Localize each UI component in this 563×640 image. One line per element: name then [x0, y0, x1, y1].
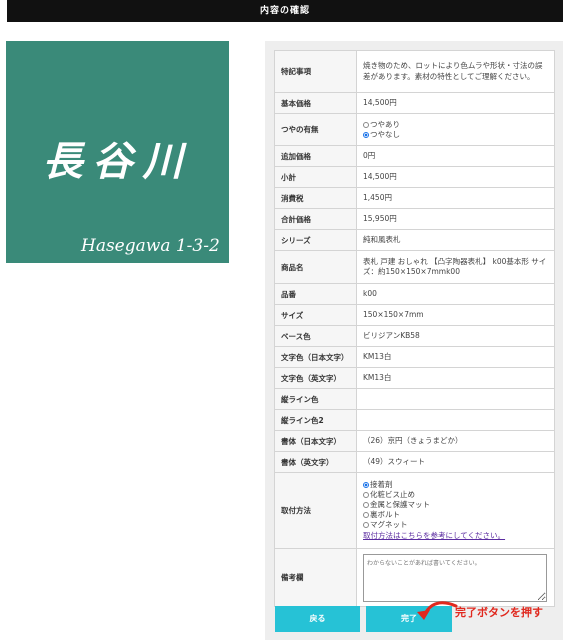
mounting-options: 接着剤 化粧ビス止め 金属と保護マット 裏ボルト マグネット 取付方法はこちらを…: [356, 472, 555, 549]
row-value: 表札 戸建 おしゃれ 【凸字陶器表札】 k00基本形 サイズ：約150×150×…: [356, 250, 555, 284]
table-row: 小計 14,500円: [274, 166, 555, 188]
table-row: ベース色 ビリジアンKB58: [274, 325, 555, 347]
radio-mount-back-bolt[interactable]: 裏ボルト: [363, 510, 548, 520]
radio-gloss-yes[interactable]: つやあり: [363, 120, 548, 130]
table-row: 品番 k00: [274, 283, 555, 305]
radio-mount-magnet[interactable]: マグネット: [363, 520, 548, 530]
row-label: 書体（日本文字）: [274, 430, 357, 452]
table-row: シリーズ 純和風表札: [274, 229, 555, 251]
row-label: 商品名: [274, 250, 357, 284]
annotation-arrow-icon: [417, 601, 458, 620]
table-row: 文字色（英文字） KM13白: [274, 367, 555, 389]
gloss-options: つやあり つやなし: [356, 113, 555, 146]
radio-mount-screws[interactable]: 化粧ビス止め: [363, 490, 548, 500]
row-value: 150×150×7mm: [356, 304, 555, 326]
row-value: 0円: [356, 145, 555, 167]
row-value: k00: [356, 283, 555, 305]
table-row: 書体（日本文字） （26）京円（きょうまどか）: [274, 430, 555, 452]
row-label: 備考欄: [274, 548, 357, 607]
row-label: 小計: [274, 166, 357, 188]
row-value: 14,500円: [356, 92, 555, 114]
radio-icon[interactable]: [363, 121, 369, 128]
order-summary-table: 特記事項 焼き物のため、ロットにより色ムラや形状・寸法の誤差があります。素材の特…: [274, 50, 555, 607]
radio-mount-adhesive[interactable]: 接着剤: [363, 480, 548, 490]
radio-icon[interactable]: [363, 491, 369, 498]
row-value: （49）スウィート: [356, 451, 555, 473]
row-label: 文字色（英文字）: [274, 367, 357, 389]
table-row: 消費税 1,450円: [274, 187, 555, 209]
row-label: 基本価格: [274, 92, 357, 114]
radio-gloss-no[interactable]: つやなし: [363, 130, 548, 140]
page-header: 内容の確認: [7, 0, 563, 22]
table-row: サイズ 150×150×7mm: [274, 304, 555, 326]
nameplate-kanji: 長谷川: [42, 138, 193, 185]
mounting-help-link[interactable]: 取付方法はこちらを参考にしてください。: [363, 531, 548, 541]
table-row: 文字色（日本文字） KM13白: [274, 346, 555, 368]
table-row: 商品名 表札 戸建 おしゃれ 【凸字陶器表札】 k00基本形 サイズ：約150×…: [274, 250, 555, 284]
table-row: 基本価格 14,500円: [274, 92, 555, 114]
back-button[interactable]: 戻る: [275, 606, 360, 632]
radio-selected-icon[interactable]: [363, 131, 369, 138]
row-value: 焼き物のため、ロットにより色ムラや形状・寸法の誤差があります。素材の特性としてご…: [356, 50, 555, 93]
row-value: [356, 409, 555, 431]
instruction-annotation: 完了ボタンを押す: [455, 606, 543, 619]
radio-mount-metal-mat[interactable]: 金属と保護マット: [363, 500, 548, 510]
row-label: 縦ライン色2: [274, 409, 357, 431]
radio-icon[interactable]: [363, 521, 369, 528]
table-row: 縦ライン色: [274, 388, 555, 410]
row-label: サイズ: [274, 304, 357, 326]
row-label: ベース色: [274, 325, 357, 347]
row-value: 1,450円: [356, 187, 555, 209]
row-label: 書体（英文字）: [274, 451, 357, 473]
row-value: 14,500円: [356, 166, 555, 188]
row-label: 取付方法: [274, 472, 357, 549]
row-value: KM13白: [356, 346, 555, 368]
row-label: 品番: [274, 283, 357, 305]
row-value: [356, 388, 555, 410]
row-value: ビリジアンKB58: [356, 325, 555, 347]
row-value: 純和風表札: [356, 229, 555, 251]
radio-icon[interactable]: [363, 511, 369, 518]
table-row: つやの有無 つやあり つやなし: [274, 113, 555, 146]
confirmation-panel: 特記事項 焼き物のため、ロットにより色ムラや形状・寸法の誤差があります。素材の特…: [265, 41, 563, 640]
remarks-textarea[interactable]: [363, 553, 547, 602]
row-label: 文字色（日本文字）: [274, 346, 357, 368]
row-value: 15,950円: [356, 208, 555, 230]
table-row: 縦ライン色2: [274, 409, 555, 431]
row-label: 縦ライン色: [274, 388, 357, 410]
row-value: KM13白: [356, 367, 555, 389]
row-label: 追加価格: [274, 145, 357, 167]
row-label: 消費税: [274, 187, 357, 209]
table-row: 特記事項 焼き物のため、ロットにより色ムラや形状・寸法の誤差があります。素材の特…: [274, 50, 555, 93]
row-label: つやの有無: [274, 113, 357, 146]
table-row: 追加価格 0円: [274, 145, 555, 167]
table-row: 合計価格 15,950円: [274, 208, 555, 230]
row-label: 合計価格: [274, 208, 357, 230]
row-label: 特記事項: [274, 50, 357, 93]
row-label: シリーズ: [274, 229, 357, 251]
radio-selected-icon[interactable]: [363, 481, 369, 488]
nameplate-romaji: Hasegawa 1-3-2: [81, 236, 220, 256]
radio-icon[interactable]: [363, 501, 369, 508]
row-value: （26）京円（きょうまどか）: [356, 430, 555, 452]
table-row: 取付方法 接着剤 化粧ビス止め 金属と保護マット 裏ボルト マグネット 取付方法…: [274, 472, 555, 549]
product-preview-image: 長谷川 Hasegawa 1-3-2: [6, 41, 229, 263]
table-row: 書体（英文字） （49）スウィート: [274, 451, 555, 473]
